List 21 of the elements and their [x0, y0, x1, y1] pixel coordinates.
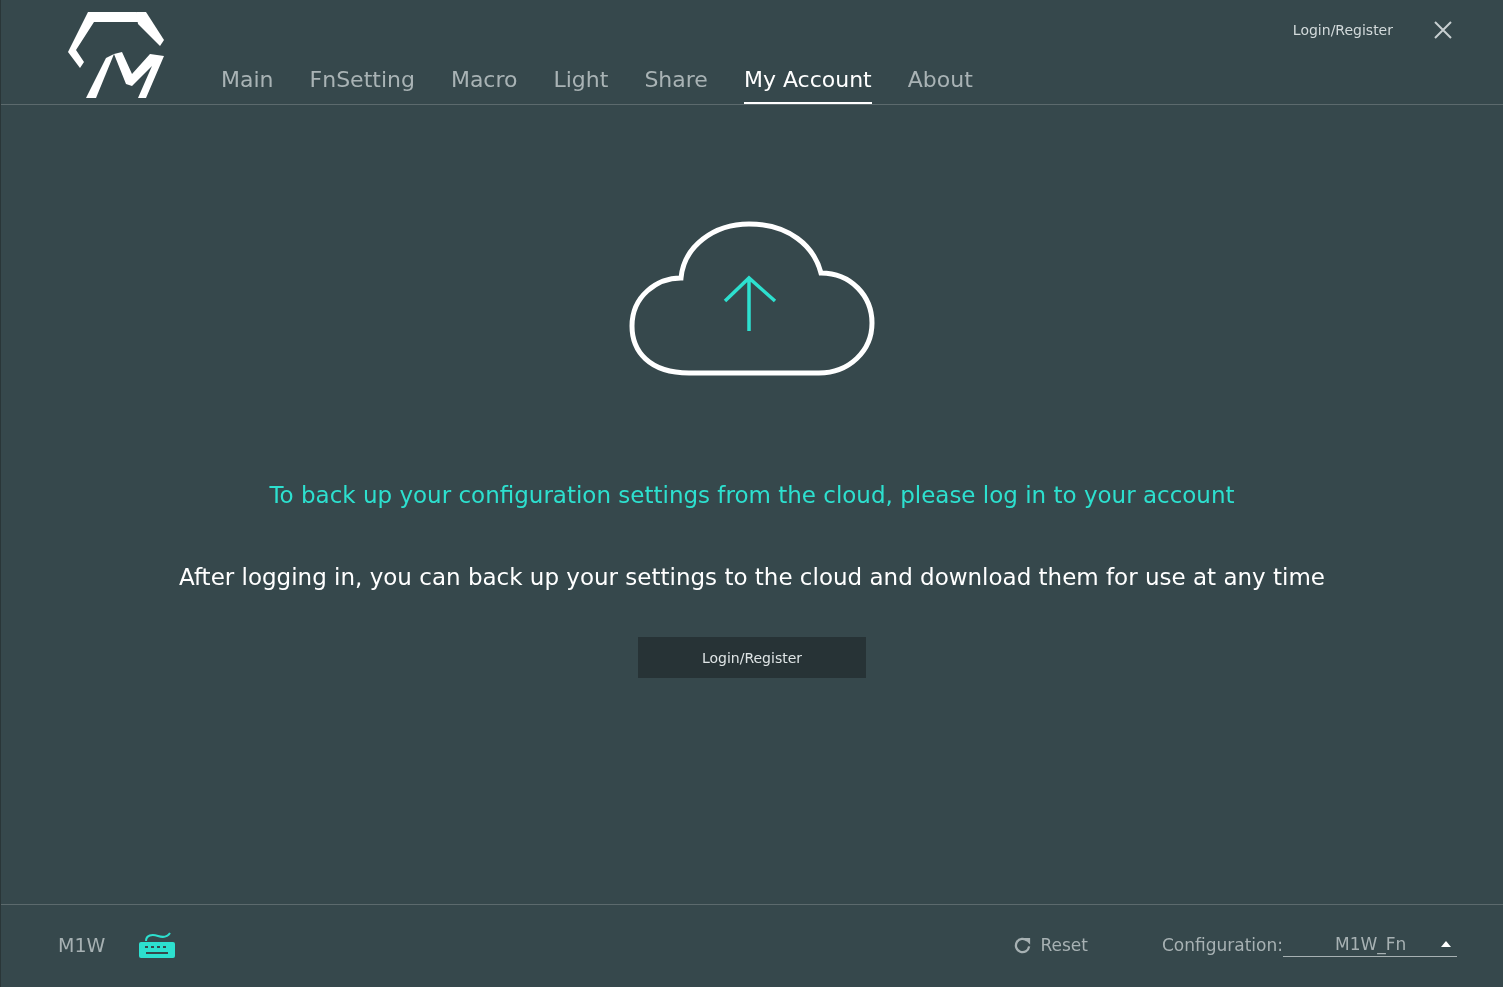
caret-icon	[1441, 940, 1451, 947]
configuration-dropdown[interactable]: M1W_Fn	[1283, 933, 1457, 957]
login-prompt-text: To back up your configuration settings from the cloud, please log in to your account	[269, 482, 1235, 508]
nav-tab[interactable]: Macro	[450, 0, 518, 104]
close-icon[interactable]	[1433, 20, 1453, 40]
device-name: M1W	[58, 934, 106, 956]
login-link[interactable]: Login/Register	[1292, 22, 1393, 38]
nav-tab[interactable]: FnSetting	[309, 0, 415, 104]
description-text: After logging in, you can back up your settings to the cloud and download them for use at any time	[179, 564, 1325, 590]
configuration-label: Configuration:	[1161, 935, 1283, 955]
refresh-icon	[1013, 935, 1033, 955]
nav-tab[interactable]: Main	[221, 0, 274, 104]
nav-tab[interactable]: Share	[644, 0, 708, 104]
nav-tab[interactable]: About	[907, 0, 973, 104]
cloud-upload-icon	[629, 221, 875, 379]
logo-icon	[66, 10, 166, 100]
reset-button[interactable]: Reset	[1013, 935, 1088, 955]
keyboard-icon[interactable]	[138, 931, 177, 959]
nav-tab[interactable]: Light	[553, 0, 609, 104]
login-register-button[interactable]: Login/Register	[638, 637, 866, 678]
nav-tab[interactable]: My Account	[743, 0, 872, 104]
